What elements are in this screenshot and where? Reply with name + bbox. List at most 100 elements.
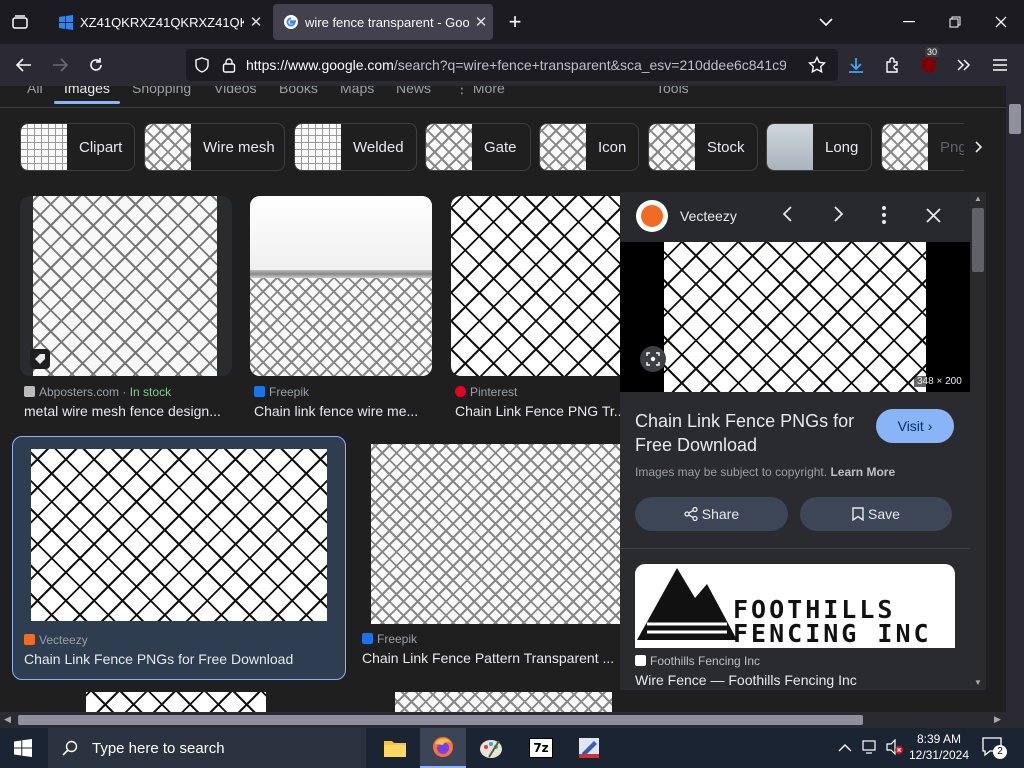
close-panel-icon[interactable] [926, 208, 941, 228]
ublock-extension-icon[interactable]: 30 [917, 47, 941, 77]
firefox-icon[interactable] [420, 728, 466, 768]
new-tab-icon[interactable]: + [503, 9, 527, 34]
tracking-shield-icon[interactable] [194, 57, 210, 78]
result-caption[interactable]: Chain Link Fence PNG Tr... [455, 403, 621, 419]
tab-shopping[interactable]: Shopping [132, 86, 191, 96]
tab-images[interactable]: Images [64, 86, 110, 96]
save-button[interactable]: Save [800, 497, 952, 531]
volume-muted-icon[interactable] [886, 738, 904, 760]
result-caption[interactable]: Chain link fence wire me... [254, 403, 432, 419]
tab-all[interactable]: All [27, 86, 43, 96]
visit-button[interactable]: Visit › [876, 409, 954, 443]
search-placeholder: Type here to search [92, 739, 225, 757]
lens-search-icon[interactable] [640, 346, 666, 372]
chip-welded[interactable]: Welded [294, 123, 417, 171]
scroll-right-icon[interactable]: ▶ [994, 714, 1001, 725]
downloads-icon[interactable] [844, 53, 868, 77]
tab-videos[interactable]: Videos [214, 86, 257, 96]
chip-long[interactable]: Long [766, 123, 872, 171]
scroll-left-icon[interactable]: ◀ [4, 714, 11, 725]
result-image-partial[interactable] [86, 692, 266, 712]
tab-google-search[interactable]: wire fence transparent - Google Search ✕ [273, 4, 493, 40]
lock-icon[interactable] [222, 57, 236, 78]
chips-next-icon[interactable] [964, 123, 994, 171]
tab-news[interactable]: News [396, 86, 431, 96]
result-caption[interactable]: Chain Link Fence PNGs for Free Download [24, 651, 342, 667]
menu-icon[interactable] [988, 53, 1012, 77]
forward-icon[interactable] [48, 53, 72, 77]
active-tab-indicator [54, 101, 120, 104]
close-tab-icon[interactable]: ✕ [244, 13, 268, 31]
windows-start-icon[interactable] [0, 728, 46, 768]
close-tab-icon[interactable]: ✕ [469, 13, 493, 31]
minimize-icon[interactable] [897, 10, 921, 34]
clock[interactable]: 8:39 AM 12/31/2024 [906, 731, 972, 763]
tab-maps[interactable]: Maps [340, 86, 374, 96]
chip-stock[interactable]: Stock [648, 123, 758, 171]
tab-books[interactable]: Books [279, 86, 318, 96]
result-card[interactable]: Freepik Chain link fence wire me... [250, 196, 432, 426]
drawing-app-icon[interactable] [566, 728, 612, 768]
restore-icon[interactable] [943, 10, 967, 34]
tools-button[interactable]: Tools [656, 86, 689, 96]
tab-more[interactable]: ⋮ More [455, 86, 505, 97]
back-icon[interactable] [12, 53, 36, 77]
selected-result-card[interactable]: Vecteezy Chain Link Fence PNGs for Free … [12, 436, 346, 680]
reload-icon[interactable] [84, 53, 108, 77]
search-icon [62, 740, 78, 756]
result-card[interactable]: Abposters.com · In stock metal wire mesh… [20, 196, 232, 426]
scroll-up-icon[interactable]: ▲ [974, 194, 982, 203]
result-source: Pinterest [455, 385, 517, 399]
panel-site-name[interactable]: Vecteezy [680, 208, 737, 224]
result-image[interactable] [451, 196, 621, 376]
result-image[interactable] [250, 196, 432, 376]
tab-xz41[interactable]: XZ41QKRXZ41QKRXZ41QKRXZ41QKRXZ41QKR ✕ [48, 4, 268, 40]
result-caption[interactable]: Chain Link Fence Pattern Transparent ... [362, 650, 620, 666]
7zip-icon[interactable]: 7z [518, 728, 564, 768]
result-image[interactable] [371, 444, 620, 624]
chip-png[interactable]: Png [881, 123, 971, 171]
white-background [250, 196, 432, 270]
chip-thumbnail [21, 124, 67, 170]
related-caption[interactable]: Wire Fence — Foothills Fencing Inc [635, 672, 857, 688]
show-hidden-icons-icon[interactable] [838, 740, 852, 758]
paint-icon[interactable] [468, 728, 514, 768]
chip-gate[interactable]: Gate [425, 123, 531, 171]
result-card[interactable]: Freepik Chain Link Fence Pattern Transpa… [362, 444, 620, 680]
fence-image [250, 278, 432, 376]
url-bar[interactable]: https://www.google.com/search?q=wire+fen… [186, 49, 838, 81]
more-options-icon[interactable] [882, 206, 886, 229]
network-icon[interactable] [862, 739, 880, 760]
result-image[interactable] [20, 196, 232, 376]
close-window-icon[interactable] [989, 10, 1013, 34]
scroll-down-icon[interactable]: ▼ [974, 678, 982, 687]
result-caption[interactable]: metal wire mesh fence design... [24, 403, 232, 419]
next-icon[interactable] [832, 206, 844, 227]
extensions-icon[interactable] [881, 53, 905, 77]
panel-scroll-thumb[interactable] [972, 208, 984, 272]
notifications-icon[interactable]: 2 [982, 737, 1007, 762]
page-vertical-scrollbar[interactable] [1006, 86, 1024, 712]
tab-list-icon[interactable] [8, 10, 32, 34]
panel-scrollbar[interactable]: ▲ ▼ [970, 192, 986, 690]
panel-title[interactable]: Chain Link Fence PNGs for Free Download [635, 409, 875, 457]
result-image-partial[interactable] [395, 692, 612, 712]
bookmark-star-icon[interactable] [807, 55, 827, 79]
related-result-image[interactable]: FOOTHILLS FENCING INC [635, 564, 955, 648]
previous-icon[interactable] [782, 206, 794, 227]
preview-image-area[interactable]: 348 × 200 [620, 242, 970, 392]
share-button[interactable]: Share [635, 497, 788, 531]
horizontal-scroll-thumb[interactable] [18, 715, 863, 725]
list-all-tabs-icon[interactable] [814, 10, 838, 34]
learn-more-link[interactable]: Learn More [830, 465, 895, 479]
file-explorer-icon[interactable] [372, 728, 418, 768]
page-scroll-thumb[interactable] [1009, 104, 1021, 134]
page-horizontal-scrollbar[interactable]: ◀ ▶ [0, 712, 1024, 728]
result-card[interactable]: Pinterest Chain Link Fence PNG Tr... [451, 196, 621, 426]
taskbar-search[interactable]: Type here to search [48, 728, 366, 768]
result-image[interactable] [31, 449, 327, 621]
chip-wire-mesh[interactable]: Wire mesh [144, 123, 285, 171]
chip-clipart[interactable]: Clipart [20, 123, 135, 171]
chip-icon[interactable]: Icon [539, 123, 639, 171]
more-tools-icon[interactable] [952, 53, 976, 77]
